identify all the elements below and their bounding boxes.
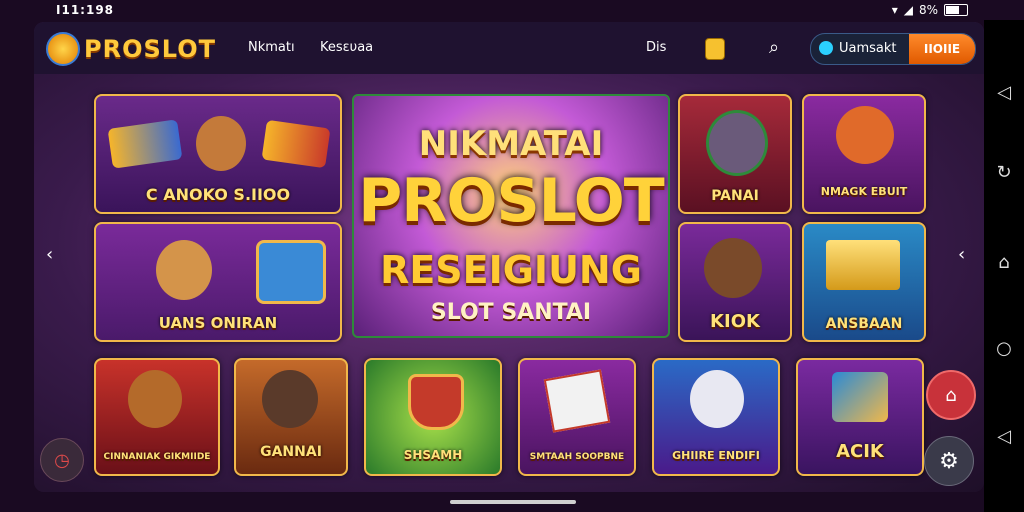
rotate-icon[interactable]: ↻ — [994, 162, 1014, 183]
status-bar: I11:198 ▾ ◢ 8% — [0, 0, 1024, 20]
mascot-image — [156, 240, 212, 300]
cards-image — [261, 119, 331, 169]
clock-icon: ◷ — [54, 449, 70, 471]
trophy-image — [832, 372, 888, 422]
back-icon[interactable]: ◁ — [994, 426, 1014, 447]
mascot-image — [262, 370, 318, 428]
chest-image — [826, 240, 900, 290]
user-pill[interactable]: Uamsakt IIOIIE — [810, 33, 976, 65]
nav-item-2[interactable]: Kesευaa — [320, 40, 373, 55]
game-title: SHSAMH — [403, 448, 463, 462]
hero-banner[interactable]: NIKMATAI PROSLOT RESEIGIUNG SLOT SANTAI — [352, 94, 670, 338]
shield-image — [408, 374, 464, 430]
mascot-image — [690, 370, 744, 428]
game-tile[interactable]: GANNAI — [234, 358, 348, 476]
settings-icon: ⚙ — [939, 448, 959, 474]
game-title: ACIK — [836, 441, 884, 462]
search-icon[interactable]: ⌕ — [769, 37, 779, 58]
game-title: C ANOKO S.IIOO — [145, 185, 291, 204]
battery-icon — [944, 4, 968, 16]
mascot-image — [704, 238, 762, 298]
hero-line-4: SLOT SANTAI — [430, 300, 592, 325]
game-tile[interactable]: ACIK — [796, 358, 924, 476]
chevron-left-icon[interactable]: ‹ — [958, 244, 965, 265]
login-button[interactable]: IIOIIE — [909, 34, 975, 64]
top-bar: PROSLOT Nkmatı Kesευaa Dis ⌕ Uamsakt IIO… — [34, 22, 984, 74]
game-tile[interactable]: C ANOKO S.IIOO — [94, 94, 342, 214]
user-icon — [819, 41, 833, 55]
mascot-image — [706, 110, 768, 176]
game-tile[interactable]: CINNANIAK GIKMIIDE — [94, 358, 220, 476]
game-title: ANSBAAN — [825, 316, 903, 332]
monitor-image — [256, 240, 326, 304]
cards-image — [107, 119, 183, 169]
home-icon[interactable]: ⌂ — [994, 252, 1014, 273]
game-title: CINNANIAK GIKMIIDE — [103, 452, 211, 462]
mascot-image — [836, 106, 894, 164]
mascot-image — [196, 116, 246, 171]
mascot-image — [128, 370, 182, 428]
signal-icon: ◢ — [903, 3, 913, 17]
game-title: SMTAAH SOOPBNE — [529, 452, 625, 462]
username: Uamsakt — [839, 41, 897, 56]
recents-icon[interactable]: ○ — [994, 338, 1014, 359]
timer-button[interactable]: ◷ — [40, 438, 84, 482]
game-title: NMAGK EBUIT — [820, 185, 908, 198]
status-icons: ▾ ◢ 8% — [892, 3, 968, 17]
game-title: KIOK — [710, 311, 760, 332]
logo-icon — [46, 32, 80, 66]
status-time: I11:198 — [56, 3, 115, 17]
game-lobby: ‹ ‹ C ANOKO S.IIOO UANS ONIRAN NIKMATAI … — [34, 74, 984, 492]
hero-line-1: NIKMATAI — [418, 124, 604, 164]
game-tile[interactable]: KIOK — [678, 222, 792, 342]
back-icon[interactable]: ◁ — [994, 82, 1014, 103]
logo-text: PROSLOT — [84, 35, 216, 63]
game-title: PANAI — [711, 188, 759, 204]
game-title: GHIIRE ENDIFI — [672, 449, 760, 462]
game-tile[interactable]: ANSBAAN — [802, 222, 926, 342]
wifi-icon: ▾ — [891, 3, 898, 17]
camera-button[interactable]: ⌂ — [926, 370, 976, 420]
game-tile[interactable]: GHIIRE ENDIFI — [652, 358, 780, 476]
nav-item-1[interactable]: Nkmatı — [248, 40, 295, 55]
settings-button[interactable]: ⚙ — [924, 436, 974, 486]
coin-icon[interactable] — [705, 38, 725, 60]
camera-icon: ⌂ — [945, 384, 957, 406]
nav-item-dis[interactable]: Dis — [646, 40, 666, 55]
system-nav: ◁ ↻ ⌂ ○ ◁ — [984, 20, 1024, 512]
game-tile[interactable]: SHSAMH — [364, 358, 502, 476]
app-window: PROSLOT Nkmatı Kesευaa Dis ⌕ Uamsakt IIO… — [34, 22, 984, 492]
game-title: GANNAI — [260, 444, 322, 460]
hero-line-2: PROSLOT — [358, 166, 664, 236]
game-title: UANS ONIRAN — [158, 314, 278, 332]
home-indicator[interactable] — [450, 500, 576, 504]
cash-stack-image — [543, 369, 611, 433]
game-tile[interactable]: PANAI — [678, 94, 792, 214]
hero-line-3: RESEIGIUNG — [380, 248, 642, 292]
battery-percent: 8% — [918, 3, 938, 17]
logo[interactable]: PROSLOT — [46, 32, 216, 66]
chevron-left-icon[interactable]: ‹ — [46, 244, 53, 265]
game-tile[interactable]: UANS ONIRAN — [94, 222, 342, 342]
game-tile[interactable]: NMAGK EBUIT — [802, 94, 926, 214]
game-tile[interactable]: SMTAAH SOOPBNE — [518, 358, 636, 476]
